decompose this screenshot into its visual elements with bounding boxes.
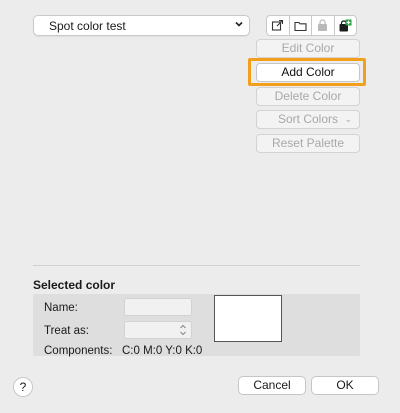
sort-colors-button[interactable]: Sort Colors ⌄ xyxy=(256,110,360,129)
palette-toolbar xyxy=(266,15,360,36)
components-label: Components: xyxy=(44,345,113,357)
updown-chevron-icon xyxy=(179,323,187,339)
treat-as-label: Treat as: xyxy=(44,325,89,337)
folder-icon xyxy=(294,21,307,31)
locked-palette-icon xyxy=(318,19,328,31)
treat-as-select[interactable] xyxy=(124,321,192,339)
name-label: Name: xyxy=(44,302,78,314)
selected-color-title: Selected color xyxy=(33,278,116,292)
name-field[interactable] xyxy=(124,298,192,316)
new-palette-button[interactable] xyxy=(333,15,357,36)
delete-color-button[interactable]: Delete Color xyxy=(256,87,360,106)
palette-popup[interactable]: Spot color test xyxy=(33,15,250,36)
open-folder-button[interactable] xyxy=(288,15,312,36)
help-button[interactable]: ? xyxy=(13,377,33,397)
ok-button[interactable]: OK xyxy=(311,376,379,395)
chevron-down-icon: ⌄ xyxy=(344,114,352,124)
add-color-button[interactable]: Add Color xyxy=(256,63,360,82)
color-swatch xyxy=(214,295,282,342)
cancel-button[interactable]: Cancel xyxy=(238,376,306,395)
edit-color-button[interactable]: Edit Color xyxy=(256,39,360,58)
reset-palette-button[interactable]: Reset Palette xyxy=(256,134,360,153)
export-icon xyxy=(272,19,284,31)
export-button[interactable] xyxy=(266,15,290,36)
new-palette-icon xyxy=(339,19,352,31)
chevron-down-icon xyxy=(232,19,246,33)
palette-popup-label: Spot color test xyxy=(49,19,126,33)
section-divider xyxy=(33,265,360,266)
components-value: C:0 M:0 Y:0 K:0 xyxy=(122,345,203,357)
locked-palette-button[interactable] xyxy=(311,15,335,36)
sort-colors-label: Sort Colors xyxy=(277,112,339,126)
